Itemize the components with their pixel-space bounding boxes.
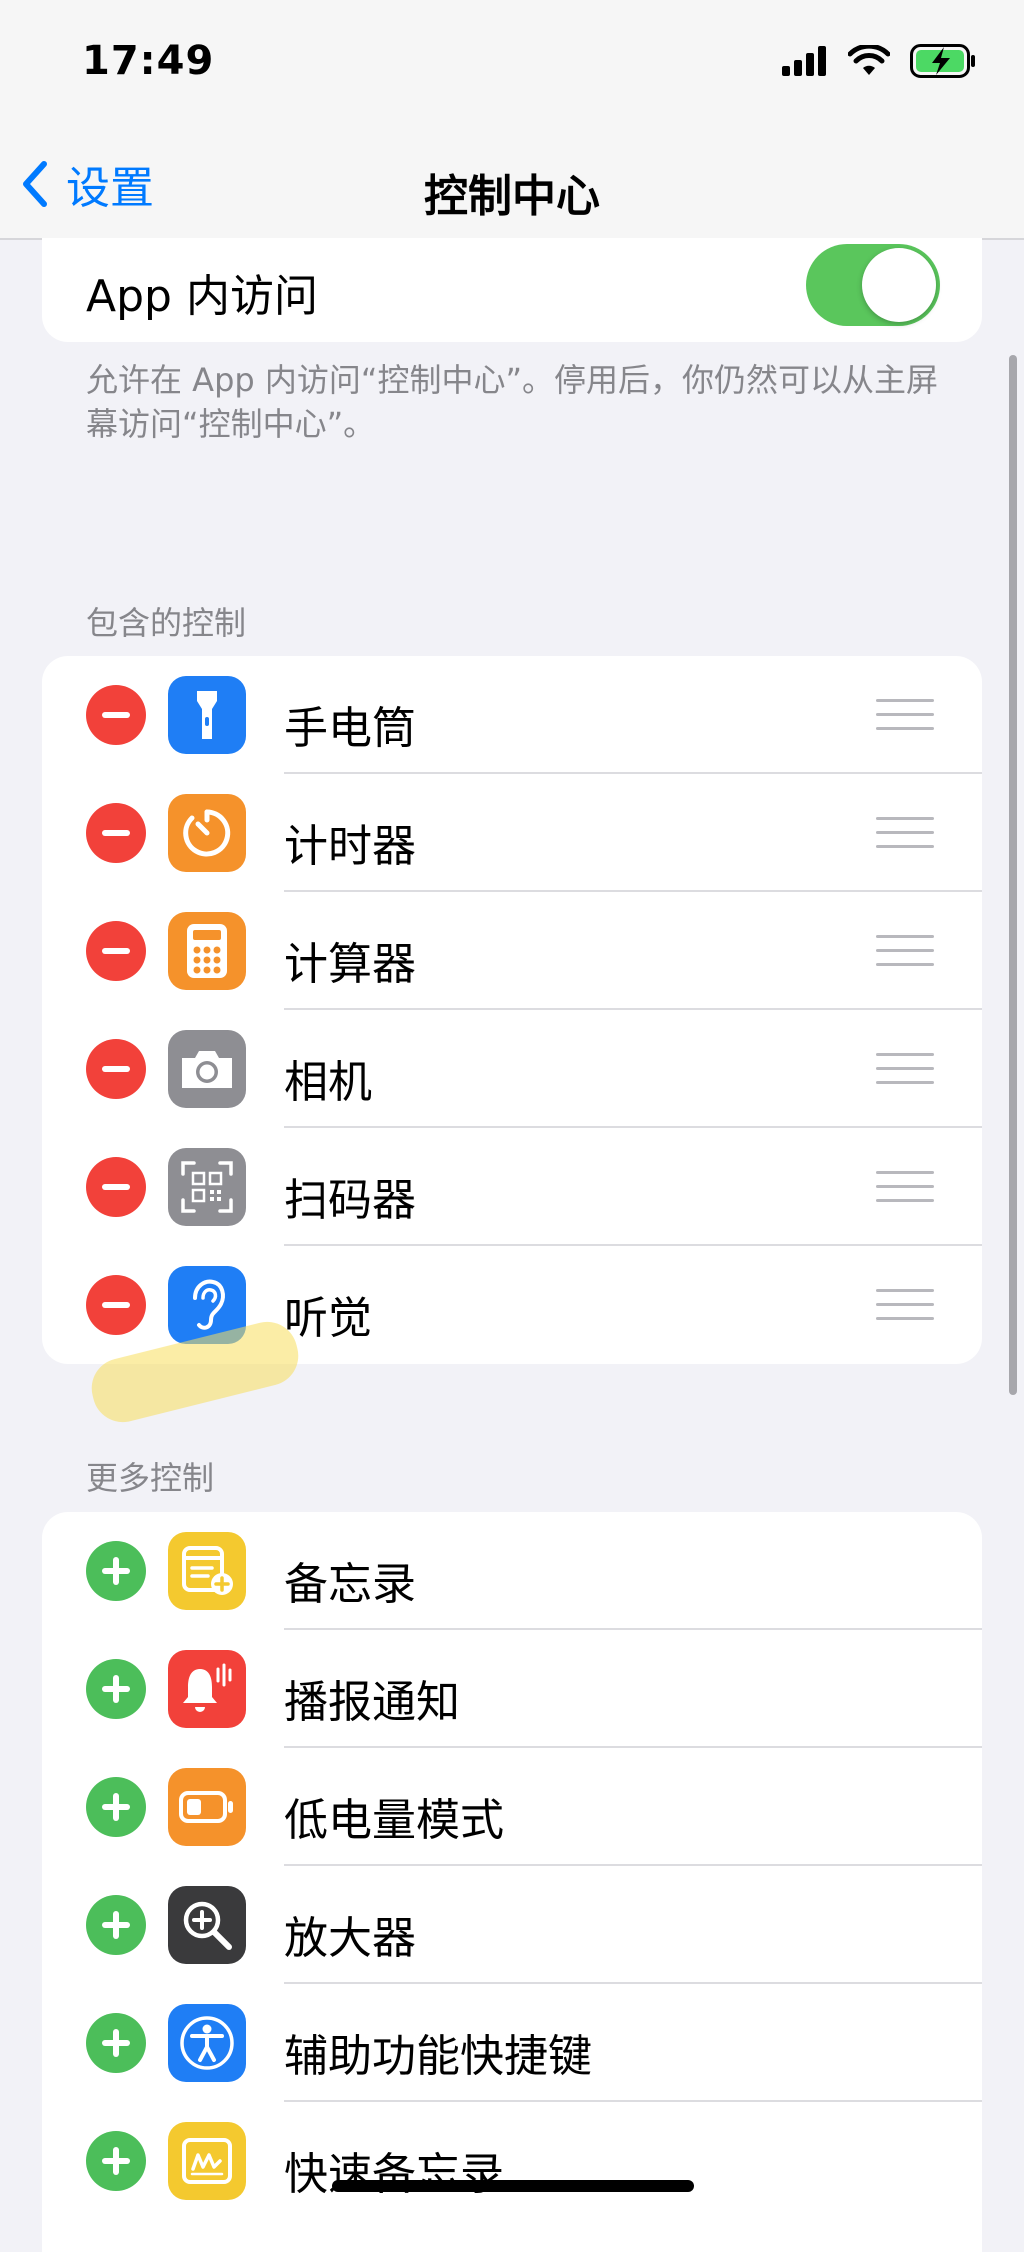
battery-charging-icon (910, 44, 975, 78)
add-button[interactable] (86, 2013, 146, 2073)
cellular-signal-icon (782, 46, 826, 76)
list-item[interactable]: 快速备忘录 (42, 2102, 982, 2220)
included-controls-list: 手电筒 计时器 计算器 相机 扫码器 听觉 (42, 656, 982, 1364)
list-item-label: 相机 (284, 1057, 372, 1108)
list-item-label: 手电筒 (284, 703, 416, 754)
navigation-bar: 设置 控制中心 (0, 130, 1024, 240)
list-item-label: 备忘录 (284, 1559, 416, 1610)
in-app-access-switch[interactable] (806, 244, 940, 326)
list-item-label: 快速备忘录 (284, 2149, 504, 2200)
status-icons (782, 44, 976, 78)
list-item[interactable]: 计算器 (42, 892, 982, 1010)
page-title: 控制中心 (424, 171, 600, 222)
list-item[interactable]: 相机 (42, 1010, 982, 1128)
remove-button[interactable] (86, 921, 146, 981)
drag-handle[interactable] (876, 935, 934, 967)
list-item-label: 计算器 (284, 939, 416, 990)
scrollbar[interactable] (1009, 355, 1017, 1395)
flashlight-icon (168, 676, 246, 754)
accessibility-icon (168, 2004, 246, 2082)
low-power-icon (168, 1768, 246, 1846)
more-controls-header: 更多控制 (86, 1459, 215, 1497)
home-indicator[interactable] (332, 2180, 694, 2192)
in-app-access-card: App 内访问 (42, 238, 982, 342)
remove-button[interactable] (86, 685, 146, 745)
list-item-label: 辅助功能快捷键 (284, 2031, 592, 2082)
included-controls-header: 包含的控制 (86, 604, 247, 642)
in-app-access-footnote: 允许在 App 内访问“控制中心”。停用后，你仍然可以从主屏幕访问“控制中心”。 (86, 361, 939, 443)
list-item-label: 听觉 (284, 1293, 372, 1344)
switch-knob (862, 248, 936, 322)
list-item-label: 播报通知 (284, 1677, 460, 1728)
drag-handle[interactable] (876, 699, 934, 731)
add-button[interactable] (86, 1777, 146, 1837)
notes-icon (168, 1532, 246, 1610)
drag-handle[interactable] (876, 817, 934, 849)
add-button[interactable] (86, 1541, 146, 1601)
in-app-access-label: App 内访问 (86, 271, 318, 322)
add-button[interactable] (86, 1895, 146, 1955)
list-item[interactable]: 扫码器 (42, 1128, 982, 1246)
timer-icon (168, 794, 246, 872)
magnifier-icon (168, 1886, 246, 1964)
qr-scanner-icon (168, 1148, 246, 1226)
drag-handle[interactable] (876, 1171, 934, 1203)
camera-icon (168, 1030, 246, 1108)
status-time: 17:49 (82, 38, 215, 84)
list-item[interactable]: 备忘录 (42, 1512, 982, 1630)
list-item[interactable]: 辅助功能快捷键 (42, 1984, 982, 2102)
remove-button[interactable] (86, 1157, 146, 1217)
list-item[interactable]: 放大器 (42, 1866, 982, 1984)
announce-notifications-icon (168, 1650, 246, 1728)
add-button[interactable] (86, 1659, 146, 1719)
list-item-label: 放大器 (284, 1913, 416, 1964)
add-button[interactable] (86, 2131, 146, 2191)
list-item-label: 扫码器 (284, 1175, 416, 1226)
calculator-icon (168, 912, 246, 990)
remove-button[interactable] (86, 803, 146, 863)
list-item[interactable]: 手电筒 (42, 656, 982, 774)
drag-handle[interactable] (876, 1289, 934, 1321)
list-item-label: 计时器 (284, 821, 416, 872)
remove-button[interactable] (86, 1039, 146, 1099)
remove-button[interactable] (86, 1275, 146, 1335)
list-item-label: 低电量模式 (284, 1795, 504, 1846)
list-item[interactable]: 低电量模式 (42, 1748, 982, 1866)
more-controls-list: 备忘录 播报通知 低电量模式 放大器 辅助功能快捷键 快速备忘录 (42, 1512, 982, 2252)
wifi-icon (848, 45, 890, 75)
list-item[interactable]: 计时器 (42, 774, 982, 892)
quick-note-icon (168, 2122, 246, 2200)
status-bar: 17:49 (0, 0, 1024, 130)
list-item[interactable]: 播报通知 (42, 1630, 982, 1748)
drag-handle[interactable] (876, 1053, 934, 1085)
